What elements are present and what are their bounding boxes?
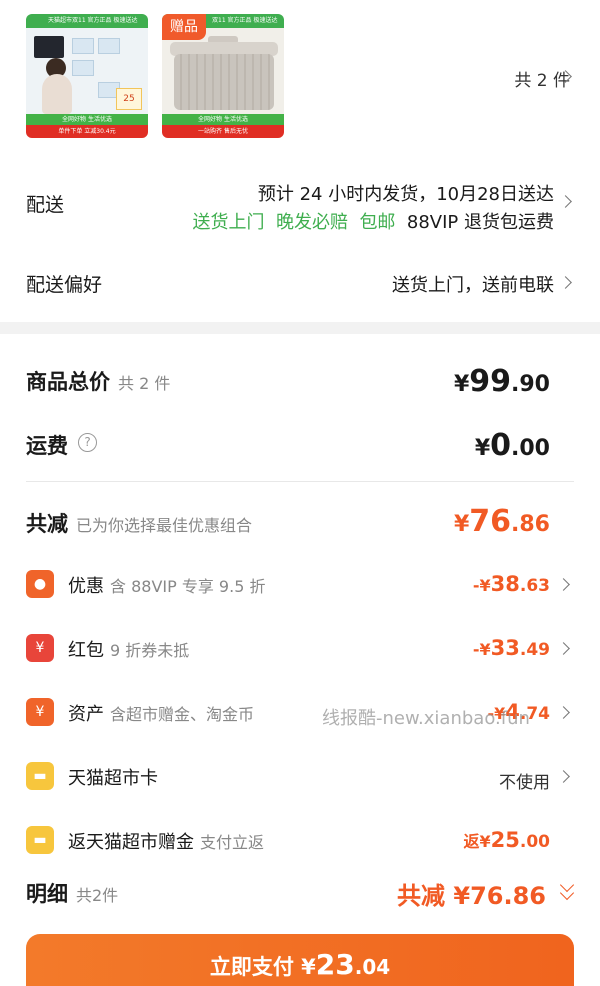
discount-title: 优惠 — [68, 576, 104, 597]
product-strip[interactable]: 天猫超市双11 官方正品 极速送达 25 全网好物 生活优选 单件下单 立减30… — [0, 0, 600, 150]
discount-label: 红包 9 折券未抵 — [68, 636, 189, 662]
cashback-amount: 返¥25.00 — [464, 828, 551, 852]
pay-now-button[interactable]: 立即支付 ¥23.04 — [26, 934, 574, 986]
gift-tag: 赠品 — [162, 14, 206, 40]
product-slogan: 全网好物 生活优选 — [162, 114, 284, 125]
card-status: 不使用 — [499, 773, 550, 793]
chevron-right-icon — [557, 578, 570, 591]
tag-icon: ● — [26, 570, 54, 598]
amount-prefix: 返¥ — [463, 832, 491, 851]
discount-label: 资产 含超市赠金、淘金币 — [68, 700, 254, 726]
amount-integer: 0 — [490, 428, 512, 463]
discount-label: 天猫超市卡 — [68, 768, 158, 789]
card-icon: ▬ — [26, 762, 54, 790]
detail-total-discount: 共减 ¥76.86 — [397, 882, 546, 910]
total-discount-title: 共减 — [26, 512, 68, 536]
goods-total-count: 共 2 件 — [118, 374, 171, 393]
help-icon[interactable]: ? — [78, 433, 97, 452]
delivery-preference-value: 送货上门，送前电联 — [392, 275, 554, 296]
discount-desc: 支付立返 — [200, 833, 265, 852]
total-discount-label: 共减 已为你选择最佳优惠组合 — [26, 508, 252, 538]
red-packet-icon: ¥ — [26, 634, 54, 662]
amount-prefix: -¥ — [472, 576, 491, 595]
goods-total-label: 商品总价共 2 件 — [26, 366, 170, 396]
product-pack-image — [34, 36, 64, 58]
amount-integer: 38 — [490, 572, 520, 596]
discount-desc: 含 88VIP 专享 9.5 折 — [110, 577, 266, 596]
watermark: 线报酷-new.xianbao.fun — [322, 708, 530, 729]
service-tag: 包邮 — [359, 212, 396, 233]
amount-decimal: .63 — [519, 576, 550, 596]
model-body-image — [42, 74, 72, 114]
price-bubble: 25 — [116, 88, 142, 110]
divider — [26, 481, 574, 482]
product-promo: 单件下单 立减30.4元 — [26, 125, 148, 138]
discount-label: 优惠含 88VIP 专享 9.5 折 — [68, 572, 265, 598]
chevron-right-icon — [557, 770, 570, 783]
currency-symbol: ¥ — [453, 372, 470, 397]
product-pack-image — [98, 38, 120, 54]
chevron-right-icon — [557, 706, 570, 719]
discount-desc: 9 折券未抵 — [110, 641, 190, 660]
chevron-right-icon — [559, 276, 572, 289]
goods-total-title: 商品总价 — [26, 370, 110, 394]
delivery-services: 送货上门 晚发必赔 包邮 88VIP 退货包运费 — [193, 208, 554, 234]
product-slogan: 全网好物 生活优选 — [26, 114, 148, 125]
chevron-right-icon — [559, 195, 572, 208]
chevron-right-icon — [557, 642, 570, 655]
amount-integer: 99 — [469, 364, 512, 399]
goods-total-amount: ¥99.90 — [454, 364, 550, 399]
detail-label: 明细 共2件 — [26, 878, 118, 908]
discount-title: 资产 — [68, 704, 104, 725]
discount-title: 返天猫超市赠金 — [68, 832, 194, 853]
total-discount-desc: 已为你选择最佳优惠组合 — [76, 516, 253, 535]
section-divider — [0, 322, 600, 334]
product-pack-image — [72, 60, 94, 76]
storage-box-image — [174, 54, 274, 110]
service-tag: 送货上门 — [192, 212, 265, 233]
detail-title: 明细 — [26, 882, 68, 906]
asset-icon: ¥ — [26, 698, 54, 726]
pay-button-label: 立即支付 ¥ — [209, 955, 316, 979]
amount-decimal: .00 — [511, 436, 550, 461]
discount-label: 返天猫超市赠金 支付立返 — [68, 828, 264, 854]
amount-integer: 76 — [469, 504, 512, 539]
amount-integer: 25 — [490, 828, 520, 852]
amount-decimal: .90 — [511, 372, 550, 397]
shipping-fee-amount: ¥0.00 — [475, 428, 550, 463]
amount-decimal: .49 — [519, 640, 550, 660]
amount-prefix: -¥ — [472, 640, 491, 659]
delivery-eta: 预计 24 小时内发货，10月28日送达 — [257, 184, 554, 205]
discount-desc: 含超市赠金、淘金币 — [110, 705, 255, 724]
product-image — [162, 28, 284, 114]
product-pack-image — [72, 38, 94, 54]
total-discount-amount: ¥76.86 — [454, 504, 550, 539]
shipping-fee-label: 运费 — [26, 434, 68, 458]
detail-count: 共2件 — [76, 886, 119, 905]
amount-decimal: .86 — [511, 512, 550, 537]
discount-title: 红包 — [68, 640, 104, 661]
amount-integer: 33 — [490, 636, 520, 660]
vip-service-tag: 88VIP 退货包运费 — [406, 212, 554, 233]
amount-decimal: .00 — [519, 832, 550, 852]
delivery-label: 配送 — [26, 194, 65, 216]
pay-amount-decimal: .04 — [354, 955, 391, 979]
currency-symbol: ¥ — [474, 436, 491, 461]
currency-symbol: ¥ — [453, 512, 470, 537]
discount-amount: -¥33.49 — [473, 636, 550, 660]
product-image: 25 — [26, 28, 148, 114]
product-thumbnail-2[interactable]: 赠品 双11 官方正品 极速送达 全网好物 生活优选 一站购齐 售后无忧 — [162, 14, 284, 138]
delivery-preference-label: 配送偏好 — [26, 274, 103, 296]
card-icon: ▬ — [26, 826, 54, 854]
product-banner: 天猫超市双11 官方正品 极速送达 — [26, 14, 148, 28]
product-thumbnail-1[interactable]: 天猫超市双11 官方正品 极速送达 25 全网好物 生活优选 单件下单 立减30… — [26, 14, 148, 138]
product-promo: 一站购齐 售后无忧 — [162, 125, 284, 138]
service-tag: 晚发必赔 — [275, 212, 348, 233]
pay-amount-integer: 23 — [315, 948, 355, 981]
discount-amount: -¥38.63 — [473, 572, 550, 596]
